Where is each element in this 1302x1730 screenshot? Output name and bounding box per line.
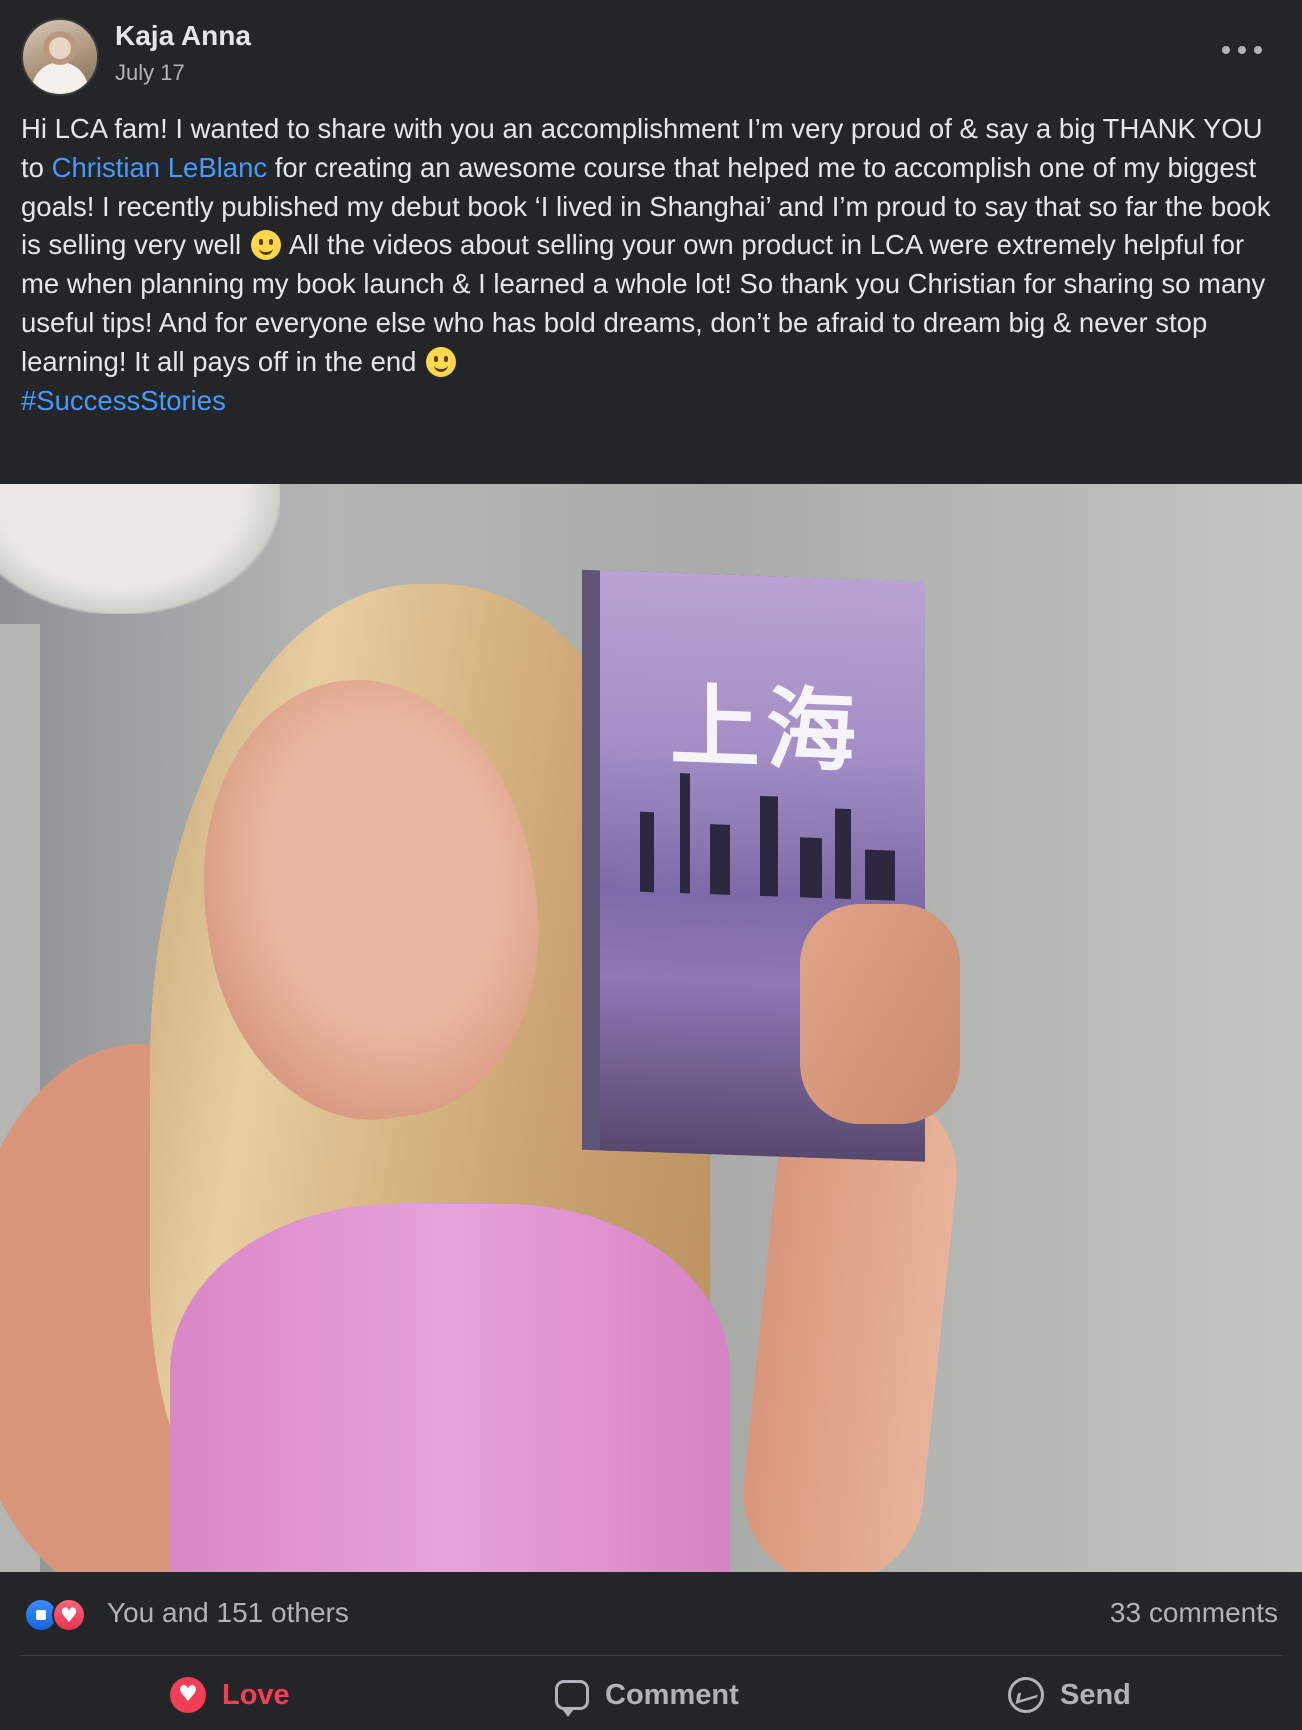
photo-hand [800, 904, 960, 1124]
post-date[interactable]: July 17 [115, 60, 185, 86]
photo-lamp [0, 484, 280, 614]
more-dot [1238, 46, 1246, 54]
more-dot [1254, 46, 1262, 54]
smile-emoji-icon [250, 230, 281, 261]
hashtag-link[interactable]: #SuccessStories [21, 382, 1283, 421]
author-avatar[interactable] [21, 18, 99, 96]
more-horizontal-icon[interactable] [1222, 38, 1262, 62]
comments-count[interactable]: 33 comments [1110, 1597, 1278, 1629]
send-label: Send [1060, 1678, 1131, 1711]
comment-button[interactable]: Comment [555, 1660, 739, 1730]
more-dot [1222, 46, 1230, 54]
love-label: Love [222, 1678, 290, 1711]
smile-emoji-icon [426, 346, 457, 377]
post-card: Kaja Anna July 17 Hi LCA fam! I wanted t… [0, 0, 1302, 1730]
photo-shirt [170, 1204, 730, 1572]
messenger-icon [1008, 1677, 1044, 1713]
post-actions: Love Comment Send [0, 1660, 1302, 1730]
love-icon [170, 1677, 206, 1713]
love-reaction-icon [52, 1598, 86, 1632]
reactions-summary[interactable]: You and 151 others [107, 1597, 349, 1629]
comment-icon [555, 1680, 589, 1717]
author-name[interactable]: Kaja Anna [115, 20, 251, 52]
actions-divider [20, 1655, 1282, 1656]
reaction-icons[interactable] [24, 1598, 96, 1632]
post-header: Kaja Anna July 17 [0, 0, 1302, 100]
post-text: Hi LCA fam! I wanted to share with you a… [21, 110, 1283, 420]
love-button[interactable]: Love [170, 1660, 290, 1730]
comment-label: Comment [605, 1678, 739, 1711]
send-button[interactable]: Send [1008, 1660, 1131, 1730]
post-stats: You and 151 others 33 comments [0, 1572, 1302, 1656]
mention-link[interactable]: Christian LeBlanc [52, 152, 268, 183]
post-photo[interactable]: 上海 [0, 484, 1302, 1572]
book-skyline [620, 771, 905, 901]
book-cover-title: 上海 [670, 673, 862, 786]
